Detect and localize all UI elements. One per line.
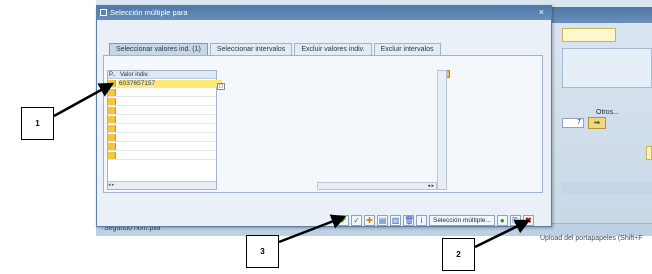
horizontal-scrollbar-right[interactable]: ◂ ▸ xyxy=(317,182,437,190)
background-band xyxy=(562,182,652,194)
upload-clipboard-tooltip: Upload del portapapeles (Shift+F xyxy=(540,235,643,242)
execute-icon[interactable]: ✔ xyxy=(338,214,349,226)
cancel-icon[interactable]: ✖ xyxy=(522,214,534,226)
row-selector[interactable] xyxy=(108,107,116,114)
background-input-field[interactable] xyxy=(562,28,616,42)
callout-3: 3 xyxy=(246,235,279,268)
dialog-toolbar: ✔ ✓ ✚ ▤ ▥ 🗑 i Selección múltiple... ● ⎘ … xyxy=(338,213,534,227)
dialog-titlebar: Selección múltiple para × xyxy=(97,6,551,20)
trash-icon[interactable]: 🗑 xyxy=(403,214,414,226)
upload-from-clipboard-icon[interactable]: ⎘ xyxy=(509,214,521,226)
background-count-field[interactable]: 7 xyxy=(562,118,584,128)
tab-strip: Seleccionar valores ind. (1) Seleccionar… xyxy=(109,43,443,55)
background-titlebar xyxy=(548,7,652,23)
table-row[interactable] xyxy=(108,143,216,151)
row-selector[interactable] xyxy=(108,116,116,123)
value-help-icon[interactable]: ▢ xyxy=(217,83,225,90)
table-row[interactable] xyxy=(108,125,216,133)
tab-exclude-single-values[interactable]: Excluir valores indiv. xyxy=(294,43,372,55)
delete-row-icon[interactable]: ▤ xyxy=(377,214,388,226)
close-icon[interactable]: × xyxy=(539,7,544,17)
row-selector[interactable] xyxy=(108,89,116,96)
vertical-scrollbar[interactable] xyxy=(437,70,447,190)
value-cell[interactable]: 6037657157 xyxy=(118,80,222,87)
row-selector[interactable] xyxy=(108,98,116,105)
row-selector[interactable] xyxy=(108,143,116,150)
tab-select-intervals[interactable]: Seleccionar intervalos xyxy=(209,43,293,55)
otros-label: Otros... xyxy=(596,109,619,116)
delete-all-icon[interactable]: ▥ xyxy=(390,214,401,226)
callout-2: 2 xyxy=(442,238,475,271)
window-icon xyxy=(100,9,107,16)
row-selector[interactable] xyxy=(108,134,116,141)
multiple-selection-arrow-button[interactable]: ➡ xyxy=(588,117,606,129)
help-icon[interactable]: ● xyxy=(496,214,508,226)
column-header-p: P.. xyxy=(109,72,116,78)
values-table: P.. Valor indiv. 6037657157 ◂ ▸ xyxy=(107,70,222,190)
tab-select-single-values[interactable]: Seleccionar valores ind. (1) xyxy=(109,43,208,55)
multiple-selection-dialog: Selección múltiple para × Seleccionar va… xyxy=(96,5,552,227)
table-row[interactable] xyxy=(108,98,216,106)
table-header: P.. Valor indiv. xyxy=(108,71,216,79)
row-selector[interactable] xyxy=(108,152,116,159)
table-row[interactable] xyxy=(108,134,216,142)
info-icon[interactable]: i xyxy=(416,214,427,226)
table-row[interactable] xyxy=(108,89,216,97)
column-header-value: Valor indiv. xyxy=(120,72,149,78)
callout-1: 1 xyxy=(21,107,54,140)
horizontal-scrollbar[interactable]: ◂ ▸ xyxy=(108,181,216,189)
background-panel xyxy=(562,48,652,88)
table-row[interactable]: 6037657157 xyxy=(108,80,222,88)
tab-exclude-intervals[interactable]: Excluir intervalos xyxy=(373,43,441,55)
dialog-title: Selección múltiple para xyxy=(110,8,188,17)
insert-row-icon[interactable]: ✚ xyxy=(364,214,375,226)
table-row[interactable] xyxy=(108,116,216,124)
table-row[interactable] xyxy=(108,107,216,115)
multiple-selection-button[interactable]: Selección múltiple... xyxy=(429,214,495,226)
row-selector[interactable] xyxy=(108,125,116,132)
row-selector[interactable] xyxy=(108,80,116,87)
table-row[interactable] xyxy=(108,152,216,160)
background-yellow-field[interactable] xyxy=(646,146,652,160)
check-icon[interactable]: ✓ xyxy=(351,214,362,226)
